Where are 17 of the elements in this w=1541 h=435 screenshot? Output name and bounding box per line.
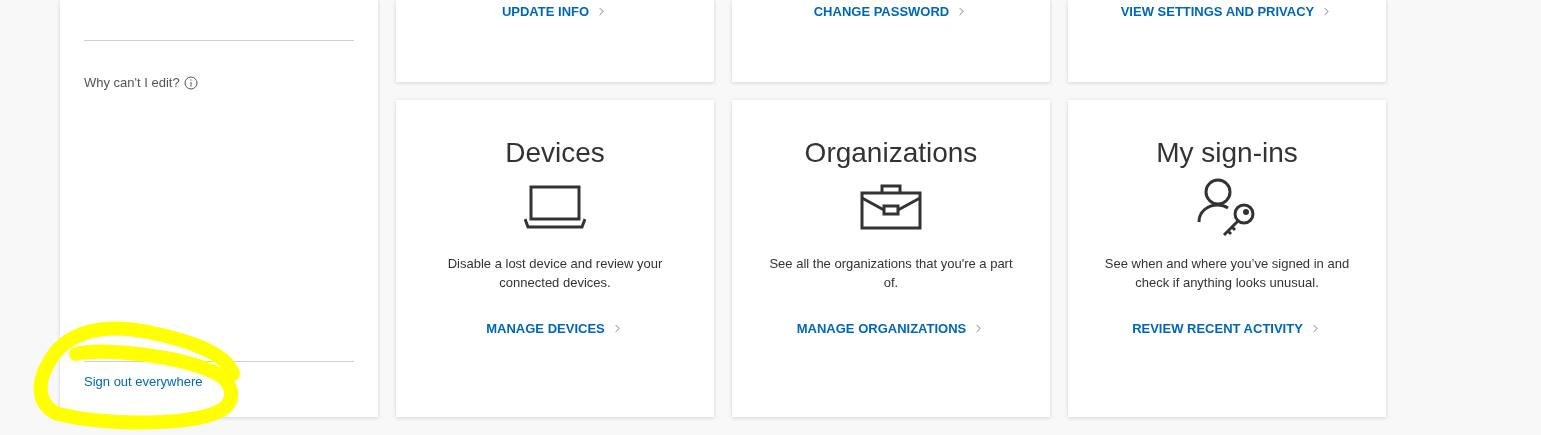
help-text: Why can't I edit? [84, 74, 180, 92]
info-icon[interactable] [183, 75, 198, 90]
sign-out-link[interactable]: Sign out everywhere [84, 371, 203, 391]
card-link[interactable]: VIEW SETTINGS AND PRIVACY [1120, 2, 1334, 22]
briefcase-icon [860, 184, 922, 230]
card-link[interactable]: UPDATE INFO [501, 2, 609, 22]
card-title: Organizations [804, 136, 978, 170]
card-link[interactable]: MANAGE ORGANIZATIONS [796, 319, 986, 339]
laptop-icon [524, 185, 586, 229]
card-title: My sign-ins [1156, 136, 1298, 170]
card-description: See when and where you’ve signed in and check if anything looks unusual. [1103, 255, 1351, 292]
card-link[interactable]: MANAGE DEVICES [486, 319, 624, 339]
card-link[interactable]: CHANGE PASSWORD [813, 2, 969, 22]
card-link[interactable]: REVIEW RECENT ACTIVITY [1132, 319, 1322, 339]
card-title: Devices [505, 136, 605, 170]
card-description: Disable a lost device and review your connected devices. [446, 255, 664, 292]
card-description: See all the organizations that you're a part of. [768, 255, 1014, 292]
